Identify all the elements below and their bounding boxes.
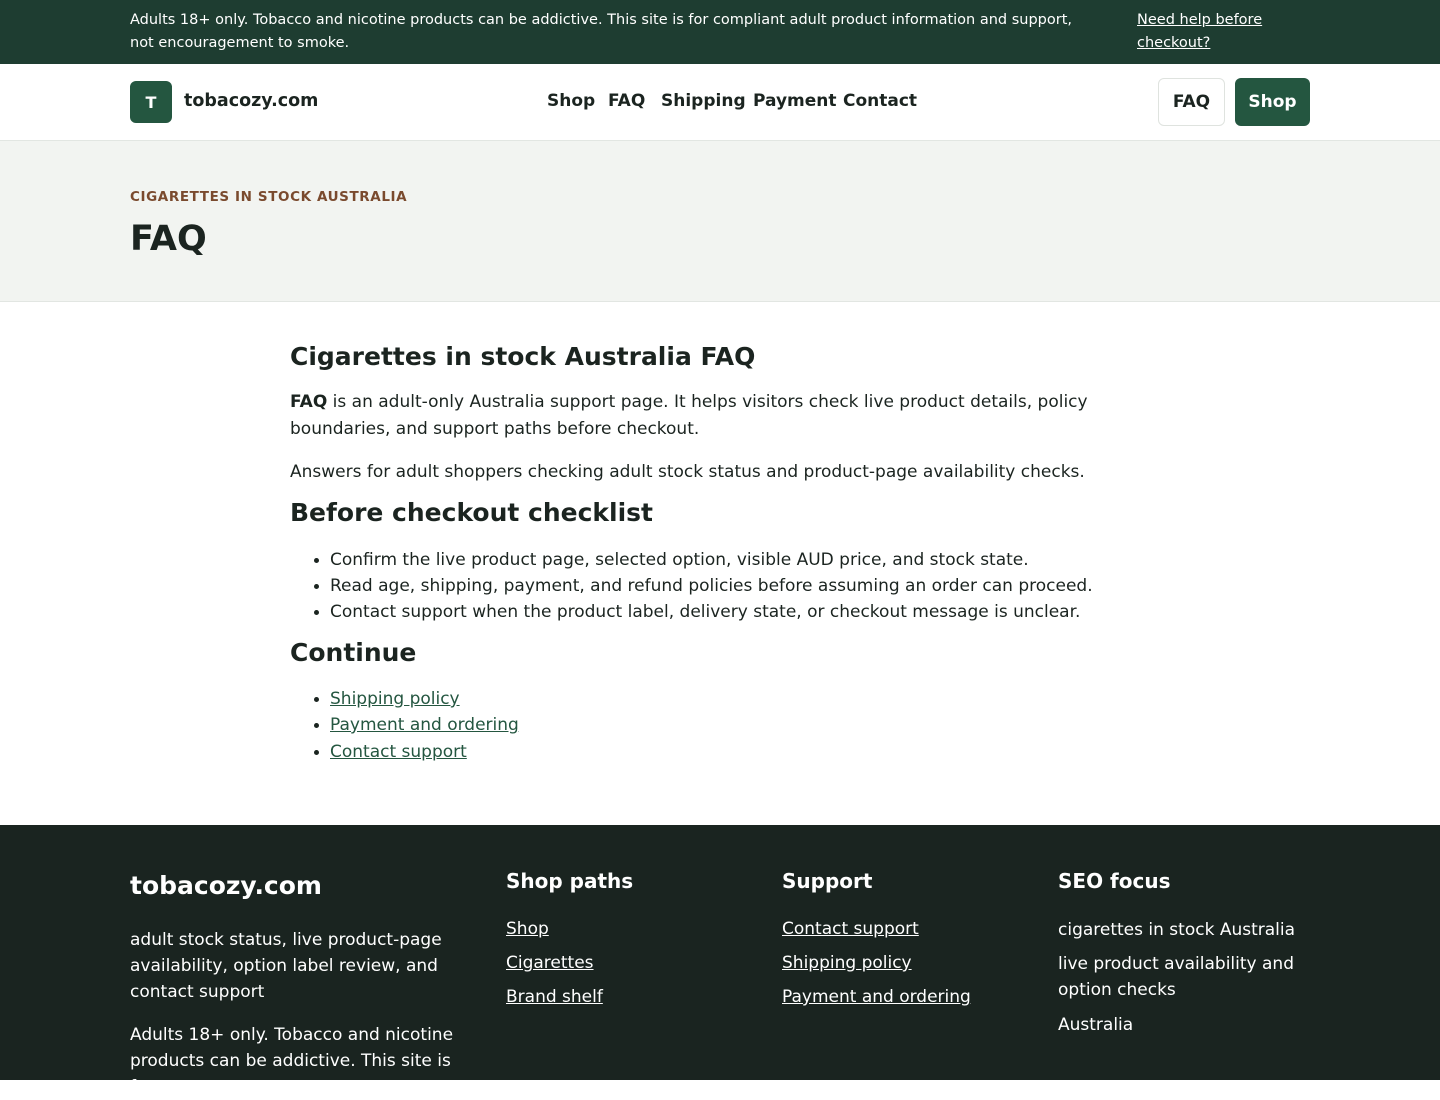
subintro-paragraph: Answers for adult shoppers checking adul…: [290, 462, 1085, 482]
checklist-heading: Before checkout checklist: [290, 498, 654, 527]
footer-description: adult stock status, live product-page av…: [130, 930, 442, 1002]
intro-bold: FAQ: [290, 392, 328, 412]
checklist-item: Contact support when the product label, …: [313, 599, 1080, 625]
site-footer: tobacozy.com adult stock status, live pr…: [0, 825, 1440, 1097]
nav-shop[interactable]: Shop: [547, 91, 595, 111]
faq-heading: Cigarettes in stock Australia FAQ: [290, 342, 756, 371]
faq-button[interactable]: FAQ: [1158, 78, 1225, 126]
payment-ordering-link[interactable]: Payment and ordering: [314, 712, 519, 738]
footer-seo-item: live product availability and option che…: [1058, 954, 1294, 1000]
nav-contact[interactable]: Contact: [843, 91, 917, 111]
page-hero: CIGARETTES IN STOCK AUSTRALIA FAQ: [0, 141, 1440, 302]
footer-seo-item: Australia: [1058, 1015, 1134, 1035]
footer-seo-heading: SEO focus: [1058, 869, 1171, 893]
page-title: FAQ: [130, 219, 207, 259]
nav-shipping[interactable]: Shipping: [661, 91, 746, 111]
footer-payment-ordering-link[interactable]: Payment and ordering: [782, 987, 971, 1007]
footer-cigarettes-link[interactable]: Cigarettes: [506, 953, 594, 973]
site-header: T tobacozy.com Shop FAQ Shipping Payment…: [0, 64, 1440, 141]
continue-heading: Continue: [290, 638, 417, 667]
nav-faq[interactable]: FAQ: [608, 91, 645, 111]
footer-shop-paths-heading: Shop paths: [506, 869, 634, 893]
age-notice-bar: Adults 18+ only. Tobacco and nicotine pr…: [0, 0, 1440, 64]
logo-icon[interactable]: T: [130, 81, 172, 123]
nav-payment[interactable]: Payment: [753, 91, 837, 111]
checklist-item: Confirm the live product page, selected …: [314, 547, 1029, 573]
intro-paragraph: FAQ is an adult-only Australia support p…: [290, 389, 1150, 443]
age-notice-text: Adults 18+ only. Tobacco and nicotine pr…: [130, 12, 1073, 51]
footer-support-heading: Support: [782, 869, 873, 893]
checklist-item: Read age, shipping, payment, and refund …: [314, 573, 1093, 599]
footer-contact-support-link[interactable]: Contact support: [782, 919, 919, 939]
footer-shipping-policy-link[interactable]: Shipping policy: [782, 953, 912, 973]
site-name[interactable]: tobacozy.com: [184, 91, 318, 111]
hero-eyebrow: CIGARETTES IN STOCK AUSTRALIA: [130, 189, 408, 205]
intro-rest: is an adult-only Australia support page.…: [290, 392, 1088, 439]
footer-brand: tobacozy.com: [130, 871, 322, 900]
footer-age-notice: Adults 18+ only. Tobacco and nicotine pr…: [130, 1025, 454, 1097]
footer-brand-shelf-link[interactable]: Brand shelf: [506, 987, 603, 1007]
footer-seo-item: cigarettes in stock Australia: [1058, 920, 1296, 940]
footer-shop-link[interactable]: Shop: [506, 919, 549, 939]
help-before-checkout-link[interactable]: Need help before checkout?: [1137, 9, 1307, 55]
shipping-policy-link[interactable]: Shipping policy: [314, 686, 460, 712]
contact-support-link[interactable]: Contact support: [314, 739, 467, 765]
shop-button[interactable]: Shop: [1235, 78, 1310, 126]
